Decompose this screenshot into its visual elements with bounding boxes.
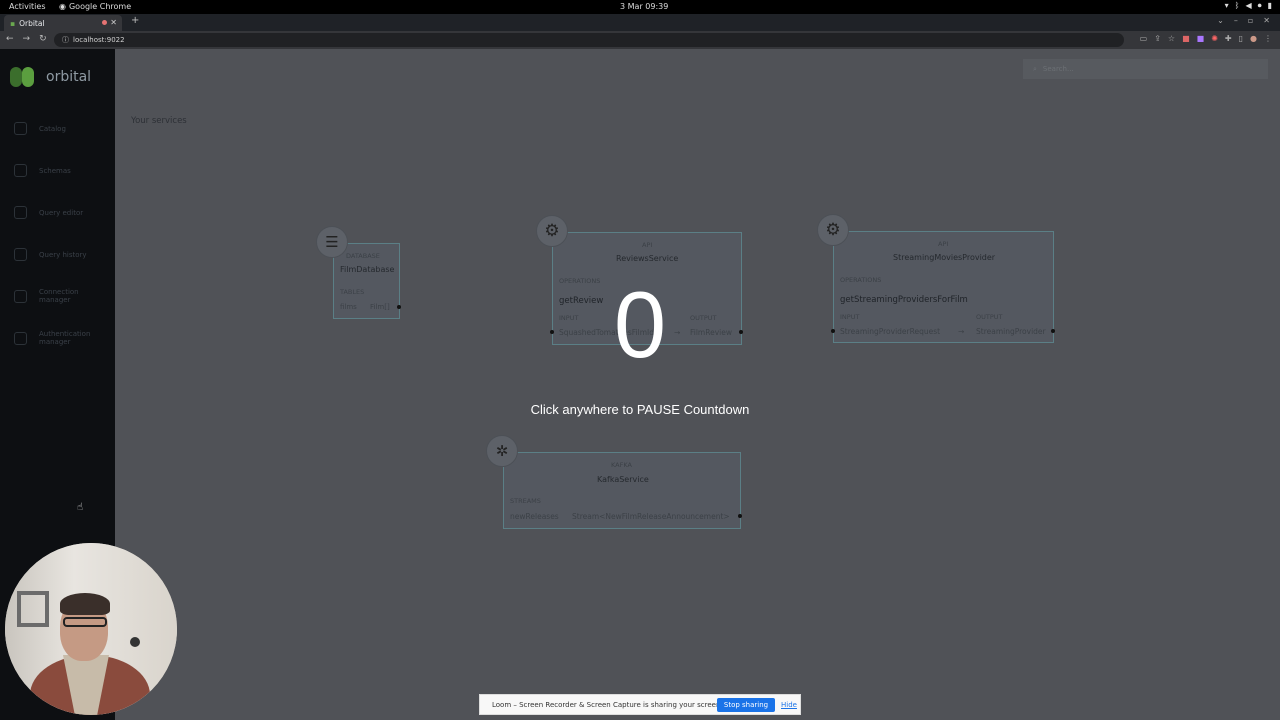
sidebar-item-schemas[interactable]: Schemas — [14, 164, 71, 177]
card-name: StreamingMoviesProvider — [893, 253, 996, 262]
clock[interactable]: 3 Mar 09:39 — [620, 2, 668, 11]
page-title: Your services — [131, 116, 187, 126]
sidebar-item-label: Query history — [39, 250, 87, 259]
query-icon — [14, 206, 27, 219]
chrome-icon: ◉ — [59, 2, 66, 11]
system-tray[interactable]: ▾ ᛒ ◀ ⏺ ▮ — [1225, 1, 1272, 11]
stream-type: Stream<NewFilmReleaseAnnouncement> — [572, 512, 730, 521]
volume-icon: ◀ — [1245, 1, 1252, 10]
sidepanel-icon[interactable]: ▯ — [1239, 34, 1243, 43]
chevron-down-icon[interactable]: ⌄ — [1217, 16, 1224, 25]
gear-icon: ⚙ — [536, 215, 568, 247]
card-kind: KAFKA — [611, 461, 632, 469]
close-tab-icon[interactable]: ✕ — [110, 18, 117, 27]
star-icon[interactable]: ☆ — [1168, 34, 1175, 43]
sidebar-item-query-history[interactable]: Query history — [14, 248, 87, 261]
close-window-icon[interactable]: ✕ — [1263, 16, 1270, 25]
kafka-icon: ✲ — [486, 435, 518, 467]
webcam-person-glasses — [63, 617, 107, 627]
active-app-label: Google Chrome — [68, 2, 132, 11]
active-app[interactable]: ◉ Google Chrome — [59, 2, 131, 11]
stop-sharing-button[interactable]: Stop sharing — [717, 698, 775, 712]
webcam-object — [130, 637, 140, 647]
orbital-logo-icon — [10, 66, 40, 88]
recording-icon — [102, 20, 107, 25]
service-card-kafkaservice[interactable]: KAFKA KafkaService STREAMS newReleases S… — [503, 452, 742, 529]
card-kind: API — [642, 241, 653, 249]
reload-icon[interactable]: ↻ — [39, 34, 47, 44]
share-message: Loom – Screen Recorder & Screen Capture … — [492, 701, 723, 709]
brand-name: orbital — [46, 69, 92, 85]
url-field[interactable]: ⓘ localhost:9022 — [54, 33, 1124, 47]
mic-icon: ⏺ — [1257, 1, 1262, 10]
os-top-bar: Activities ◉ Google Chrome 3 Mar 09:39 ▾… — [0, 0, 1280, 14]
webcam-bubble[interactable] — [5, 543, 177, 715]
database-icon: ☰ — [316, 226, 348, 258]
history-icon — [14, 248, 27, 261]
tab-strip: ▪ Orbital ✕ ⌄ – ▫ ✕ — [0, 14, 1280, 31]
card-name: FilmDatabase — [340, 265, 395, 274]
screen-share-bar: Loom – Screen Recorder & Screen Capture … — [479, 694, 801, 715]
card-name: ReviewsService — [616, 254, 679, 263]
orbital-logo[interactable]: orbital — [10, 66, 91, 88]
main-content: ⌕ Search... Your services DATABASE FilmD… — [115, 49, 1280, 720]
sidebar-item-label: Query editor — [39, 208, 84, 217]
window-controls: ⌄ – ▫ ✕ — [1217, 16, 1270, 25]
url-text: localhost:9022 — [73, 36, 125, 44]
bluetooth-icon: ᛒ — [1234, 1, 1240, 10]
browser-tab-orbital[interactable]: ▪ Orbital ✕ — [4, 15, 122, 31]
wifi-icon: ▾ — [1224, 1, 1229, 10]
maximize-icon[interactable]: ▫ — [1248, 16, 1253, 25]
battery-icon: ▮ — [1267, 1, 1272, 10]
loom-icon[interactable]: ✺ — [1211, 34, 1218, 43]
share-icon[interactable]: ⇪ — [1154, 34, 1161, 43]
cast-icon[interactable]: ▭ — [1140, 34, 1148, 43]
mouse-cursor-icon: ☝ — [77, 502, 84, 513]
connector-dot[interactable] — [738, 514, 742, 518]
avatar[interactable]: ● — [1250, 34, 1257, 43]
new-tab-button[interactable]: + — [131, 15, 139, 26]
hide-link[interactable]: Hide — [781, 701, 797, 709]
card-kind: API — [938, 240, 949, 248]
extension-icon[interactable]: ■ — [1182, 34, 1190, 43]
search-icon: ⌕ — [1033, 64, 1037, 73]
search-input[interactable]: ⌕ Search... — [1023, 59, 1268, 79]
sidebar-item-label: Catalog — [39, 124, 66, 133]
card-kind: DATABASE — [346, 252, 380, 260]
countdown-number[interactable]: 0 — [0, 275, 1280, 375]
sidebar-item-catalog[interactable]: Catalog — [14, 122, 66, 135]
puzzle-icon[interactable]: ✚ — [1225, 34, 1232, 43]
menu-icon[interactable]: ⋮ — [1264, 34, 1272, 43]
webcam-person-hair — [60, 593, 110, 615]
search-placeholder: Search... — [1042, 65, 1074, 73]
nav-buttons: ← → ↻ — [6, 34, 47, 44]
minimize-icon[interactable]: – — [1234, 16, 1238, 25]
activities-button[interactable]: Activities — [9, 2, 46, 11]
extension-icon[interactable]: ■ — [1197, 34, 1205, 43]
orbital-favicon-icon: ▪ — [10, 18, 16, 28]
card-name: KafkaService — [597, 475, 649, 484]
info-icon: ⓘ — [62, 36, 69, 44]
sidebar-item-label: Schemas — [39, 166, 71, 175]
back-icon[interactable]: ← — [6, 34, 14, 44]
extensions-area: ▭ ⇪ ☆ ■ ■ ✺ ✚ ▯ ● ⋮ — [1140, 34, 1272, 43]
schema-icon — [14, 164, 27, 177]
gear-icon: ⚙ — [817, 214, 849, 246]
tab-title: Orbital — [19, 18, 45, 28]
forward-icon[interactable]: → — [23, 34, 31, 44]
card-section: STREAMS — [510, 497, 541, 505]
sidebar-item-query-editor[interactable]: Query editor — [14, 206, 83, 219]
stream-name[interactable]: newReleases — [510, 512, 559, 521]
webcam-picture-frame — [17, 591, 49, 627]
tag-icon — [14, 122, 27, 135]
address-bar-row: ← → ↻ ⓘ localhost:9022 ▭ ⇪ ☆ ■ ■ ✺ ✚ ▯ ●… — [0, 31, 1280, 49]
countdown-message[interactable]: Click anywhere to PAUSE Countdown — [0, 402, 1280, 417]
